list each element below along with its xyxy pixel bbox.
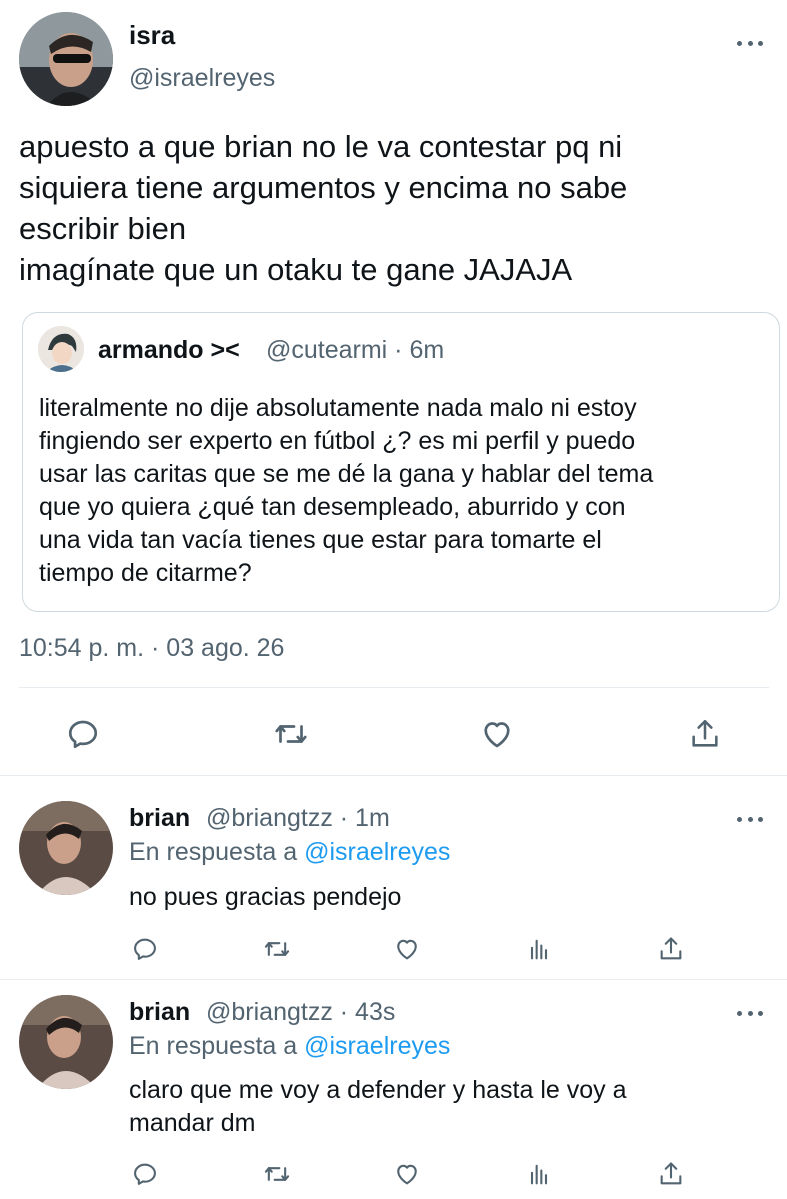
quoted-text-line: fingiendo ser experto en fútbol ¿? es mi… <box>39 427 636 455</box>
reply-text-line: mandar dm <box>129 1109 256 1137</box>
tweet-text-line: imagínate que un otaku te gane JAJAJA <box>19 252 573 287</box>
reply-avatar[interactable] <box>19 801 113 895</box>
reply-icon[interactable] <box>129 1158 161 1190</box>
reply-handle-time[interactable]: @briangtzz · 43s <box>206 998 395 1027</box>
author-name[interactable]: isra <box>129 20 175 51</box>
retweet-icon[interactable] <box>259 1158 295 1190</box>
share-icon[interactable] <box>685 714 725 754</box>
quoted-text-line: usar las caritas que se me dé la gana y … <box>39 460 654 488</box>
more-icon[interactable] <box>737 1008 763 1018</box>
more-icon[interactable] <box>737 38 763 48</box>
quoted-text-line: literalmente no dije absolutamente nada … <box>39 394 637 422</box>
like-icon[interactable] <box>391 933 423 965</box>
reply-avatar[interactable] <box>19 995 113 1089</box>
quoted-text-line: una vida tan vacía tienes que estar para… <box>39 526 602 554</box>
author-handle[interactable]: @israelreyes <box>129 64 275 93</box>
share-icon[interactable] <box>655 933 687 965</box>
reply-to-link[interactable]: @israelreyes <box>304 1032 450 1060</box>
quoted-author-name[interactable]: armando >< <box>98 336 240 365</box>
quoted-avatar-photo <box>38 326 84 372</box>
quoted-text-line: que yo quiera ¿qué tan desempleado, abur… <box>39 493 626 521</box>
reply-icon[interactable] <box>129 933 161 965</box>
analytics-icon[interactable] <box>523 933 555 965</box>
reply-avatar-photo <box>19 801 113 895</box>
quoted-tweet-text: literalmente no dije absolutamente nada … <box>39 392 653 590</box>
reply-context-prefix: En respuesta a <box>129 838 298 866</box>
tweet-text-line: apuesto a que brian no le va contestar p… <box>19 129 623 164</box>
quoted-text-line: tiempo de citarme? <box>39 559 252 587</box>
avatar-photo <box>19 12 113 106</box>
reply-text-line: no pues gracias pendejo <box>129 883 402 911</box>
reply-to-link[interactable]: @israelreyes <box>304 838 450 866</box>
reply-author-name[interactable]: brian <box>129 998 190 1027</box>
reply-context: En respuesta a @israelreyes <box>129 838 450 867</box>
reply-text: claro que me voy a defender y hasta le v… <box>129 1074 627 1140</box>
tweet-text-line: siquiera tiene argumentos y encima no sa… <box>19 170 628 205</box>
divider <box>0 775 787 776</box>
retweet-icon[interactable] <box>259 933 295 965</box>
divider <box>19 687 769 688</box>
retweet-icon[interactable] <box>269 714 313 754</box>
quoted-avatar[interactable] <box>38 326 84 372</box>
tweet-timestamp[interactable]: 10:54 p. m. · 03 ago. 26 <box>19 634 284 663</box>
analytics-icon[interactable] <box>523 1158 555 1190</box>
reply-text: no pues gracias pendejo <box>129 881 401 914</box>
reply-context: En respuesta a @israelreyes <box>129 1032 450 1061</box>
reply-author-name[interactable]: brian <box>129 804 190 833</box>
avatar[interactable] <box>19 12 113 106</box>
reply-text-line: claro que me voy a defender y hasta le v… <box>129 1076 627 1104</box>
like-icon[interactable] <box>477 714 517 754</box>
share-icon[interactable] <box>655 1158 687 1190</box>
divider <box>0 979 787 980</box>
reply-handle-time[interactable]: @briangtzz · 1m <box>206 804 390 833</box>
reply-icon[interactable] <box>63 714 103 754</box>
tweet-text: apuesto a que brian no le va contestar p… <box>19 126 627 290</box>
like-icon[interactable] <box>391 1158 423 1190</box>
reply-avatar-photo <box>19 995 113 1089</box>
quoted-handle-time[interactable]: @cutearmi · 6m <box>266 336 444 365</box>
tweet-text-line: escribir bien <box>19 211 187 246</box>
reply-context-prefix: En respuesta a <box>129 1032 298 1060</box>
more-icon[interactable] <box>737 814 763 824</box>
